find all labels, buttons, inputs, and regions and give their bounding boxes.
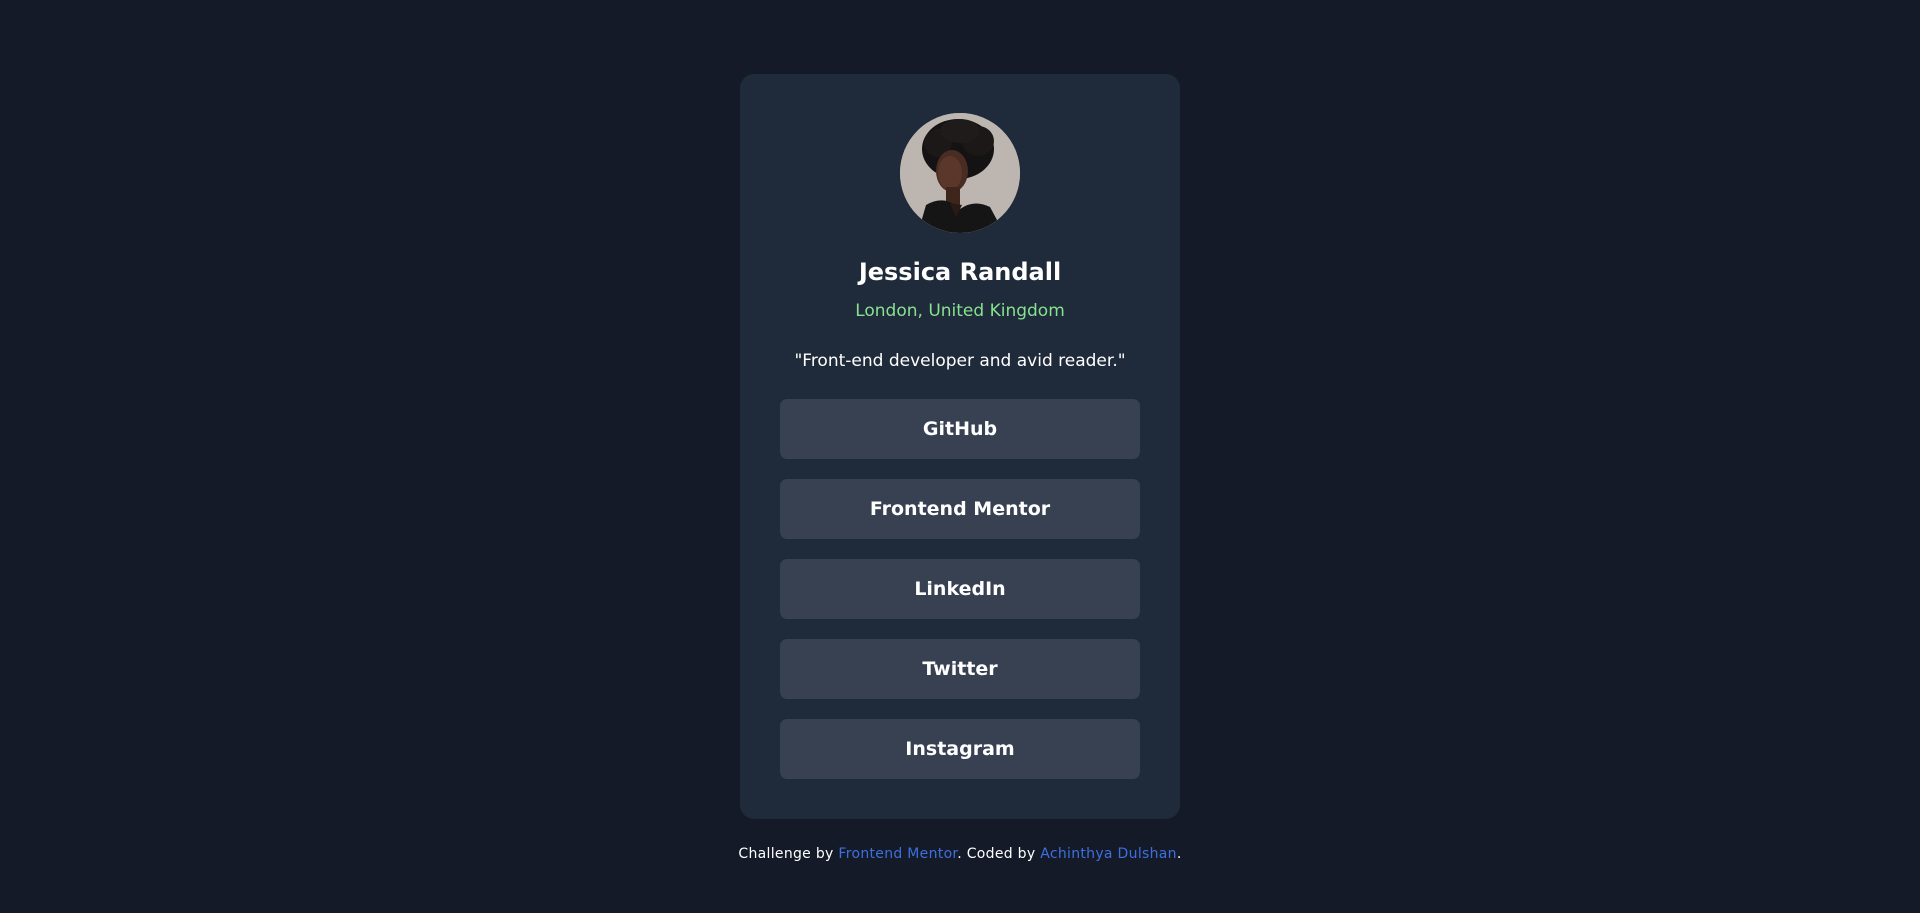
frontend-mentor-link-button[interactable]: Frontend Mentor [780, 479, 1140, 539]
frontend-mentor-footer-link[interactable]: Frontend Mentor [838, 846, 957, 862]
profile-name: Jessica Randall [858, 258, 1062, 286]
page: Jessica Randall London, United Kingdom "… [0, 0, 1920, 913]
linkedin-link-button[interactable]: LinkedIn [780, 559, 1140, 619]
author-footer-link[interactable]: Achinthya Dulshan [1040, 846, 1177, 862]
footer-middle: . Coded by [957, 846, 1041, 862]
attribution-footer: Challenge by Frontend Mentor. Coded by A… [0, 846, 1920, 862]
profile-bio: "Front-end developer and avid reader." [794, 351, 1126, 371]
avatar [900, 113, 1020, 233]
avatar-image [900, 113, 1020, 233]
twitter-link-button[interactable]: Twitter [780, 639, 1140, 699]
instagram-link-button[interactable]: Instagram [780, 719, 1140, 779]
footer-suffix: . [1176, 846, 1182, 862]
profile-location: London, United Kingdom [855, 301, 1065, 321]
social-links: GitHub Frontend Mentor LinkedIn Twitter … [780, 399, 1140, 799]
footer-prefix: Challenge by [738, 846, 839, 862]
github-link-button[interactable]: GitHub [780, 399, 1140, 459]
profile-card: Jessica Randall London, United Kingdom "… [740, 74, 1180, 819]
